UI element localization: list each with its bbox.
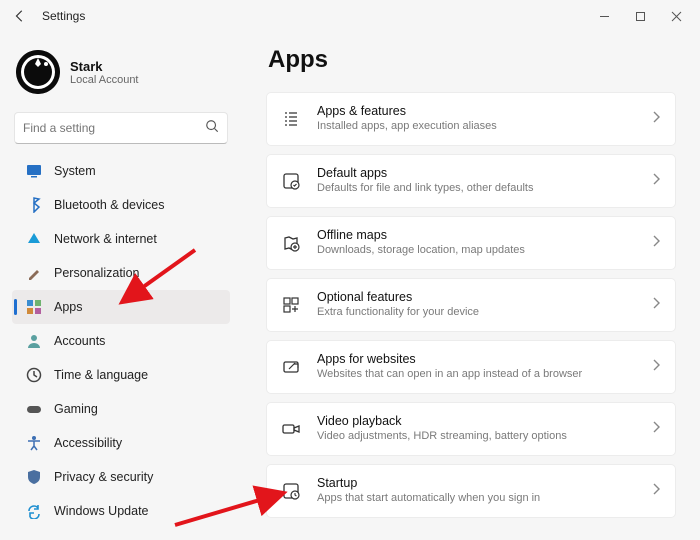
sidebar-item-privacy[interactable]: Privacy & security bbox=[12, 460, 230, 494]
update-icon bbox=[26, 503, 42, 519]
default-icon bbox=[281, 171, 301, 191]
apps-icon bbox=[26, 299, 42, 315]
profile-name: Stark bbox=[70, 59, 139, 74]
profile-subtitle: Local Account bbox=[70, 74, 139, 86]
card-subtitle: Defaults for file and link types, other … bbox=[317, 182, 635, 196]
accessibility-icon bbox=[26, 435, 42, 451]
time-icon bbox=[26, 367, 42, 383]
card-title: Optional features bbox=[317, 290, 635, 306]
plus-icon bbox=[281, 295, 301, 315]
map-icon bbox=[281, 233, 301, 253]
search-box[interactable] bbox=[14, 112, 228, 144]
card-subtitle: Extra functionality for your device bbox=[317, 306, 635, 320]
sidebar-item-label: Gaming bbox=[54, 402, 98, 416]
sidebar-item-personalization[interactable]: Personalization bbox=[12, 256, 230, 290]
settings-window: Settings bbox=[0, 0, 700, 540]
card-apps-websites[interactable]: Apps for websites Websites that can open… bbox=[266, 340, 676, 394]
sidebar-item-accessibility[interactable]: Accessibility bbox=[12, 426, 230, 460]
personalization-icon bbox=[26, 265, 42, 281]
nav-list: System Bluetooth & devices Network & int… bbox=[12, 154, 230, 528]
minimize-button[interactable] bbox=[586, 2, 622, 30]
arrow-left-icon bbox=[13, 9, 27, 23]
link-icon bbox=[281, 357, 301, 377]
card-subtitle: Websites that can open in an app instead… bbox=[317, 368, 635, 382]
sidebar-item-accounts[interactable]: Accounts bbox=[12, 324, 230, 358]
startup-icon bbox=[281, 481, 301, 501]
card-subtitle: Apps that start automatically when you s… bbox=[317, 492, 635, 506]
sidebar-item-label: Windows Update bbox=[54, 504, 149, 518]
sidebar-item-network[interactable]: Network & internet bbox=[12, 222, 230, 256]
sidebar-item-system[interactable]: System bbox=[12, 154, 230, 188]
sidebar-item-label: Accessibility bbox=[54, 436, 122, 450]
card-default-apps[interactable]: Default apps Defaults for file and link … bbox=[266, 154, 676, 208]
minimize-icon bbox=[599, 11, 610, 22]
chevron-right-icon bbox=[651, 482, 661, 500]
accounts-icon bbox=[26, 333, 42, 349]
card-video-playback[interactable]: Video playback Video adjustments, HDR st… bbox=[266, 402, 676, 456]
card-subtitle: Installed apps, app execution aliases bbox=[317, 120, 635, 134]
search-input[interactable] bbox=[23, 121, 205, 135]
window-title: Settings bbox=[42, 9, 85, 23]
network-icon bbox=[26, 231, 42, 247]
sidebar-item-bluetooth[interactable]: Bluetooth & devices bbox=[12, 188, 230, 222]
bluetooth-icon bbox=[26, 197, 42, 213]
sidebar-item-label: System bbox=[54, 164, 96, 178]
card-subtitle: Downloads, storage location, map updates bbox=[317, 244, 635, 258]
sidebar-item-label: Privacy & security bbox=[54, 470, 153, 484]
system-icon bbox=[26, 163, 42, 179]
chevron-right-icon bbox=[651, 110, 661, 128]
maximize-button[interactable] bbox=[622, 2, 658, 30]
chevron-right-icon bbox=[651, 296, 661, 314]
privacy-icon bbox=[26, 469, 42, 485]
card-optional-features[interactable]: Optional features Extra functionality fo… bbox=[266, 278, 676, 332]
close-button[interactable] bbox=[658, 2, 694, 30]
cards-list: Apps & features Installed apps, app exec… bbox=[266, 92, 676, 518]
maximize-icon bbox=[635, 11, 646, 22]
list-icon bbox=[281, 109, 301, 129]
card-title: Startup bbox=[317, 476, 635, 492]
sidebar-item-label: Accounts bbox=[54, 334, 105, 348]
sidebar-item-time[interactable]: Time & language bbox=[12, 358, 230, 392]
chevron-right-icon bbox=[651, 358, 661, 376]
chevron-right-icon bbox=[651, 234, 661, 252]
sidebar-item-label: Apps bbox=[54, 300, 83, 314]
gaming-icon bbox=[26, 401, 42, 417]
video-icon bbox=[281, 419, 301, 439]
profile-block[interactable]: Stark Local Account bbox=[12, 46, 230, 108]
card-offline-maps[interactable]: Offline maps Downloads, storage location… bbox=[266, 216, 676, 270]
sidebar-item-label: Bluetooth & devices bbox=[54, 198, 165, 212]
chevron-right-icon bbox=[651, 420, 661, 438]
sidebar-item-label: Personalization bbox=[54, 266, 139, 280]
sidebar-item-apps[interactable]: Apps bbox=[12, 290, 230, 324]
close-icon bbox=[671, 11, 682, 22]
card-title: Apps for websites bbox=[317, 352, 635, 368]
back-button[interactable] bbox=[6, 2, 34, 30]
page-title: Apps bbox=[268, 46, 676, 74]
card-subtitle: Video adjustments, HDR streaming, batter… bbox=[317, 430, 635, 444]
sidebar: Stark Local Account System Bluetooth & d… bbox=[0, 32, 236, 540]
card-apps-features[interactable]: Apps & features Installed apps, app exec… bbox=[266, 92, 676, 146]
main-content: Apps Apps & features Installed apps, app… bbox=[236, 32, 700, 540]
card-startup[interactable]: Startup Apps that start automatically wh… bbox=[266, 464, 676, 518]
card-title: Offline maps bbox=[317, 228, 635, 244]
card-title: Default apps bbox=[317, 166, 635, 182]
sidebar-item-update[interactable]: Windows Update bbox=[12, 494, 230, 528]
card-title: Video playback bbox=[317, 414, 635, 430]
sidebar-item-label: Time & language bbox=[54, 368, 148, 382]
sidebar-item-gaming[interactable]: Gaming bbox=[12, 392, 230, 426]
search-icon bbox=[205, 119, 219, 138]
card-title: Apps & features bbox=[317, 104, 635, 120]
chevron-right-icon bbox=[651, 172, 661, 190]
titlebar: Settings bbox=[0, 0, 700, 32]
avatar bbox=[16, 50, 60, 94]
sidebar-item-label: Network & internet bbox=[54, 232, 157, 246]
